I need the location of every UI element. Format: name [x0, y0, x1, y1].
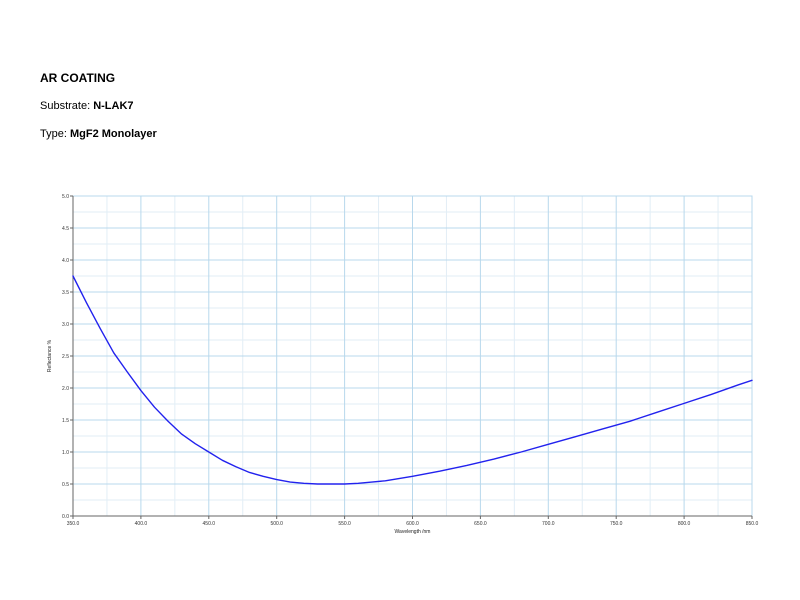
x-tick-label: 550.0 [338, 521, 351, 527]
x-axis-label: Wavelength /nm [395, 529, 431, 535]
x-tick-label: 850.0 [746, 521, 759, 527]
y-tick-label: 3.5 [62, 290, 69, 296]
y-tick-label: 4.0 [62, 258, 69, 264]
y-tick-label: 4.5 [62, 226, 69, 232]
y-axis-label: Reflectance % [47, 339, 53, 372]
x-tick-label: 600.0 [406, 521, 419, 527]
y-tick-label: 2.0 [62, 386, 69, 392]
x-tick-label: 450.0 [203, 521, 216, 527]
y-tick-label: 3.0 [62, 322, 69, 328]
x-tick-label: 350.0 [67, 521, 80, 527]
x-tick-label: 800.0 [678, 521, 691, 527]
y-tick-label: 0.5 [62, 482, 69, 488]
x-tick-label: 700.0 [542, 521, 555, 527]
x-tick-label: 500.0 [270, 521, 283, 527]
x-tick-label: 650.0 [474, 521, 487, 527]
y-tick-label: 1.0 [62, 450, 69, 456]
x-tick-label: 400.0 [135, 521, 148, 527]
y-tick-label: 0.0 [62, 514, 69, 520]
y-tick-label: 5.0 [62, 194, 69, 200]
y-tick-label: 2.5 [62, 354, 69, 360]
x-tick-label: 750.0 [610, 521, 623, 527]
chart-grid [73, 196, 752, 516]
y-tick-label: 1.5 [62, 418, 69, 424]
reflectance-chart: 350.0 400.0 450.0 500.0 550.0 600.0 650.0 700.0… [47, 194, 759, 535]
